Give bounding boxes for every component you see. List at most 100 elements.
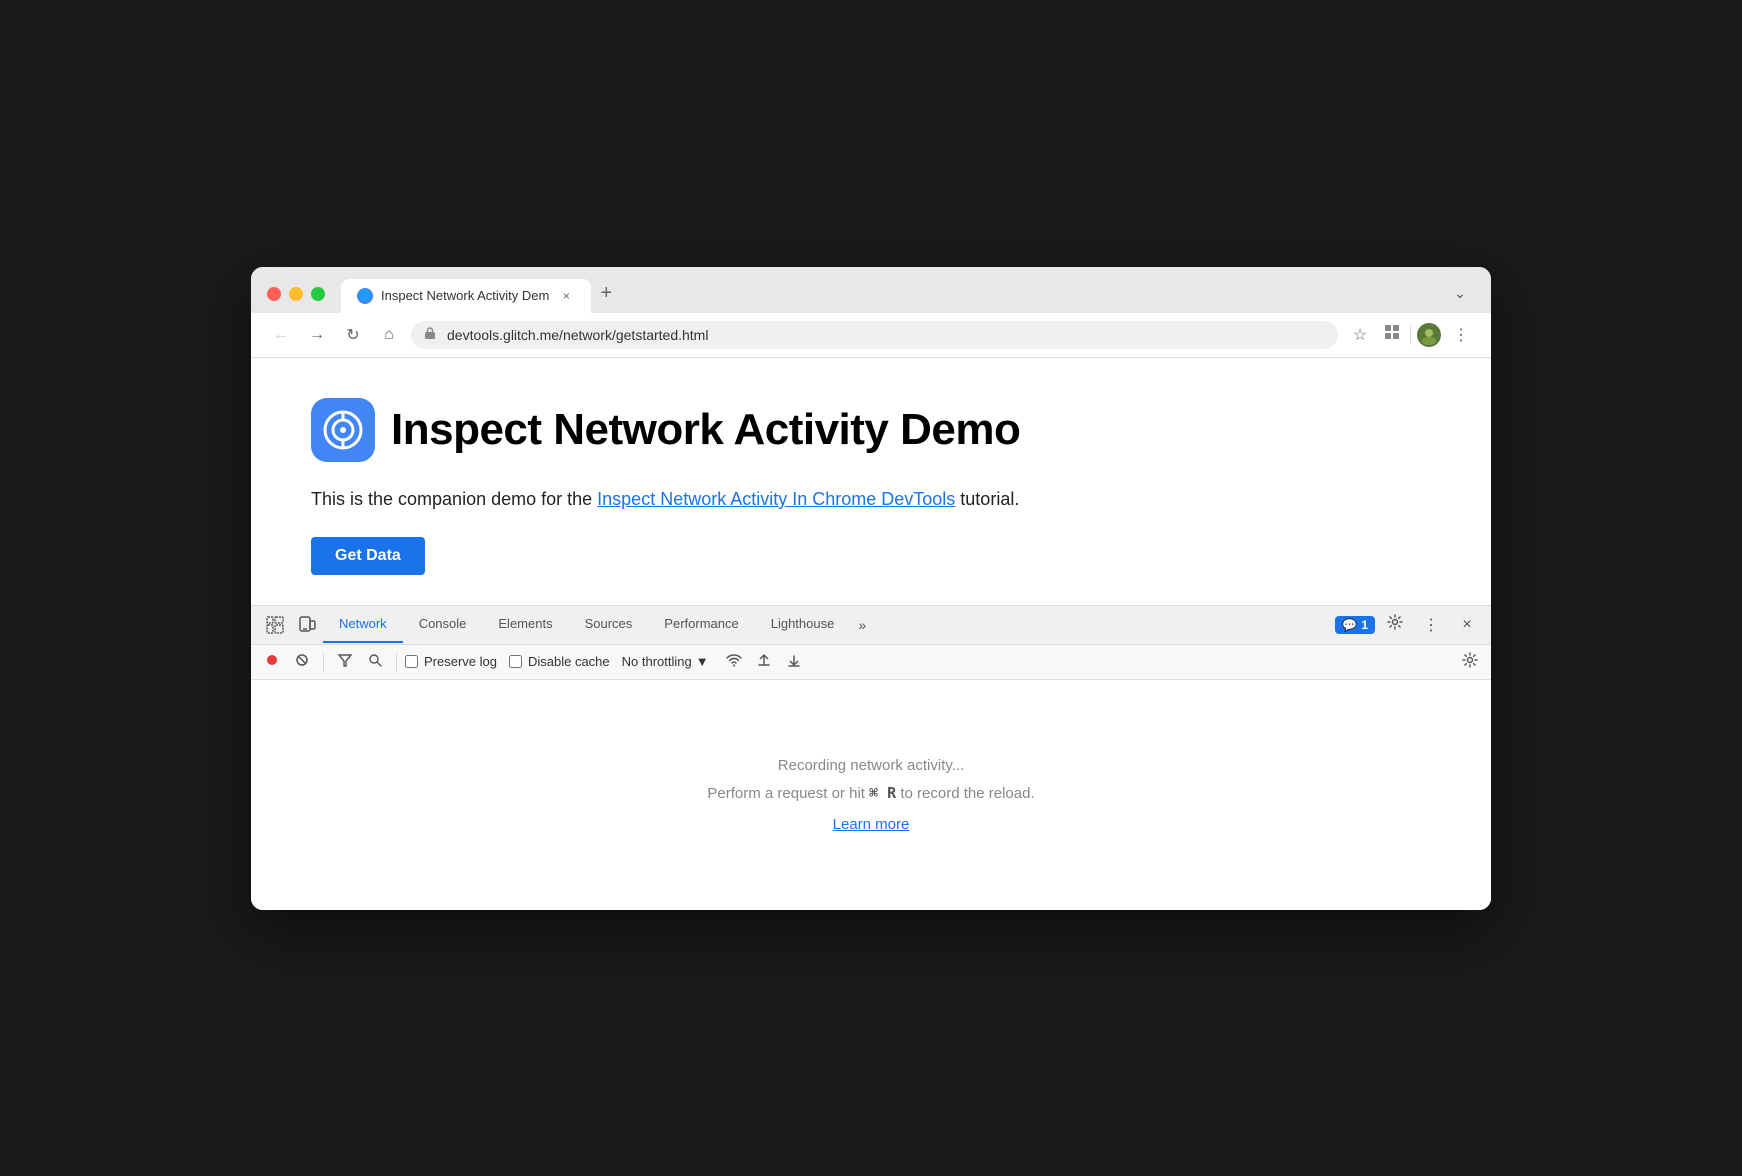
devtools-tabs: Network Console Elements Sources Perform…	[251, 606, 1491, 645]
separator	[1410, 325, 1411, 345]
record-button[interactable]	[259, 649, 285, 675]
bookmark-icon: ☆	[1353, 325, 1367, 345]
get-data-button[interactable]: Get Data	[311, 537, 425, 575]
toolbar-right	[1457, 649, 1483, 675]
devtools-right: 💬 1 ⋮ ×	[1335, 606, 1483, 644]
hint-text: Perform a request or hit ⌘ R to record t…	[707, 784, 1034, 802]
search-button[interactable]	[362, 649, 388, 675]
devtools-close-icon: ×	[1462, 616, 1471, 634]
console-badge-count: 1	[1361, 618, 1368, 632]
download-button[interactable]	[781, 649, 807, 675]
page-title: Inspect Network Activity Demo	[391, 405, 1020, 455]
device-mode-icon	[298, 616, 316, 634]
home-button[interactable]: ⌂	[375, 321, 403, 349]
address-icons: ☆ ⋮	[1346, 321, 1475, 349]
preserve-log-checkbox[interactable]: Preserve log	[405, 654, 497, 669]
tab-elements[interactable]: Elements	[482, 606, 568, 643]
tab-console[interactable]: Console	[403, 606, 483, 643]
page-content: Inspect Network Activity Demo This is th…	[251, 358, 1491, 605]
tab-area: 🌐 Inspect Network Activity Dem × + ⌄	[341, 279, 1475, 313]
devtools-panel: Network Console Elements Sources Perform…	[251, 605, 1491, 910]
bookmark-button[interactable]: ☆	[1346, 321, 1374, 349]
upload-icon	[757, 653, 771, 670]
page-header: Inspect Network Activity Demo	[311, 398, 1431, 462]
maximize-button[interactable]	[311, 287, 325, 301]
lock-icon	[423, 326, 437, 343]
throttle-arrow-icon: ▼	[696, 654, 709, 669]
tab-title: Inspect Network Activity Dem	[381, 288, 549, 303]
disable-cache-label: Disable cache	[528, 654, 610, 669]
tab-expand-button[interactable]: ⌄	[1445, 279, 1475, 309]
minimize-button[interactable]	[289, 287, 303, 301]
hint-prefix: Perform a request or hit	[707, 785, 869, 802]
clear-button[interactable]	[289, 649, 315, 675]
throttle-dropdown[interactable]: No throttling ▼	[614, 651, 717, 672]
window-controls	[267, 287, 325, 301]
browser-window: 🌐 Inspect Network Activity Dem × + ⌄ ← →…	[251, 267, 1491, 910]
avatar	[1417, 323, 1441, 347]
url-input[interactable]	[411, 321, 1338, 349]
recording-text: Recording network activity...	[778, 757, 964, 774]
filter-button[interactable]	[332, 649, 358, 675]
devtools-more-button[interactable]: ⋮	[1415, 606, 1447, 644]
url-container	[411, 321, 1338, 349]
description-suffix: tutorial.	[955, 489, 1019, 509]
active-tab[interactable]: 🌐 Inspect Network Activity Dem ×	[341, 279, 591, 313]
disable-cache-input[interactable]	[509, 655, 522, 668]
page-description: This is the companion demo for the Inspe…	[311, 486, 1431, 513]
page-logo	[311, 398, 375, 462]
console-badge: 💬 1	[1335, 616, 1375, 634]
back-button[interactable]: ←	[267, 321, 295, 349]
preserve-log-label: Preserve log	[424, 654, 497, 669]
description-link[interactable]: Inspect Network Activity In Chrome DevTo…	[597, 489, 955, 509]
network-body: Recording network activity... Perform a …	[251, 680, 1491, 910]
more-icon: ⋮	[1453, 325, 1469, 345]
wifi-button[interactable]	[721, 649, 747, 675]
forward-icon: →	[309, 326, 325, 344]
device-mode-button[interactable]	[291, 606, 323, 644]
download-icon	[787, 653, 801, 670]
devtools-settings-button[interactable]	[1379, 606, 1411, 644]
tab-lighthouse[interactable]: Lighthouse	[755, 606, 851, 643]
toolbar-separator-1	[323, 652, 324, 672]
hint-suffix: to record the reload.	[896, 785, 1034, 802]
settings-icon	[1387, 614, 1403, 635]
record-icon	[265, 653, 279, 670]
upload-button[interactable]	[751, 649, 777, 675]
close-button[interactable]	[267, 287, 281, 301]
filter-icon	[338, 653, 352, 670]
back-icon: ←	[273, 326, 289, 344]
throttle-label: No throttling	[622, 654, 692, 669]
glitch-logo-icon	[321, 408, 365, 452]
network-toolbar: Preserve log Disable cache No throttling…	[251, 645, 1491, 680]
tab-performance[interactable]: Performance	[648, 606, 754, 643]
learn-more-link[interactable]: Learn more	[833, 816, 910, 833]
home-icon: ⌂	[384, 326, 394, 344]
devtools-more-icon: ⋮	[1423, 615, 1439, 635]
profile-button[interactable]	[1415, 321, 1443, 349]
tab-network[interactable]: Network	[323, 606, 403, 643]
cancel-icon	[295, 653, 309, 670]
hint-kbd: ⌘ R	[869, 784, 896, 802]
reload-button[interactable]: ↻	[339, 321, 367, 349]
devtools-close-button[interactable]: ×	[1451, 606, 1483, 644]
network-settings-button[interactable]	[1457, 649, 1483, 675]
tab-sources[interactable]: Sources	[569, 606, 649, 643]
tab-close-button[interactable]: ×	[557, 287, 575, 305]
description-prefix: This is the companion demo for the	[311, 489, 597, 509]
extensions-icon	[1383, 323, 1401, 346]
new-tab-button[interactable]: +	[591, 279, 621, 309]
title-bar: 🌐 Inspect Network Activity Dem × + ⌄	[251, 267, 1491, 313]
address-bar: ← → ↻ ⌂ ☆	[251, 313, 1491, 358]
wifi-icon	[726, 653, 742, 670]
disable-cache-checkbox[interactable]: Disable cache	[509, 654, 610, 669]
toolbar-separator-2	[396, 652, 397, 672]
forward-button[interactable]: →	[303, 321, 331, 349]
cursor-tool-button[interactable]	[259, 606, 291, 644]
more-tabs-button[interactable]: »	[850, 607, 874, 643]
search-icon	[368, 653, 382, 670]
preserve-log-input[interactable]	[405, 655, 418, 668]
console-badge-icon: 💬	[1342, 618, 1357, 632]
extensions-button[interactable]	[1378, 321, 1406, 349]
more-options-button[interactable]: ⋮	[1447, 321, 1475, 349]
